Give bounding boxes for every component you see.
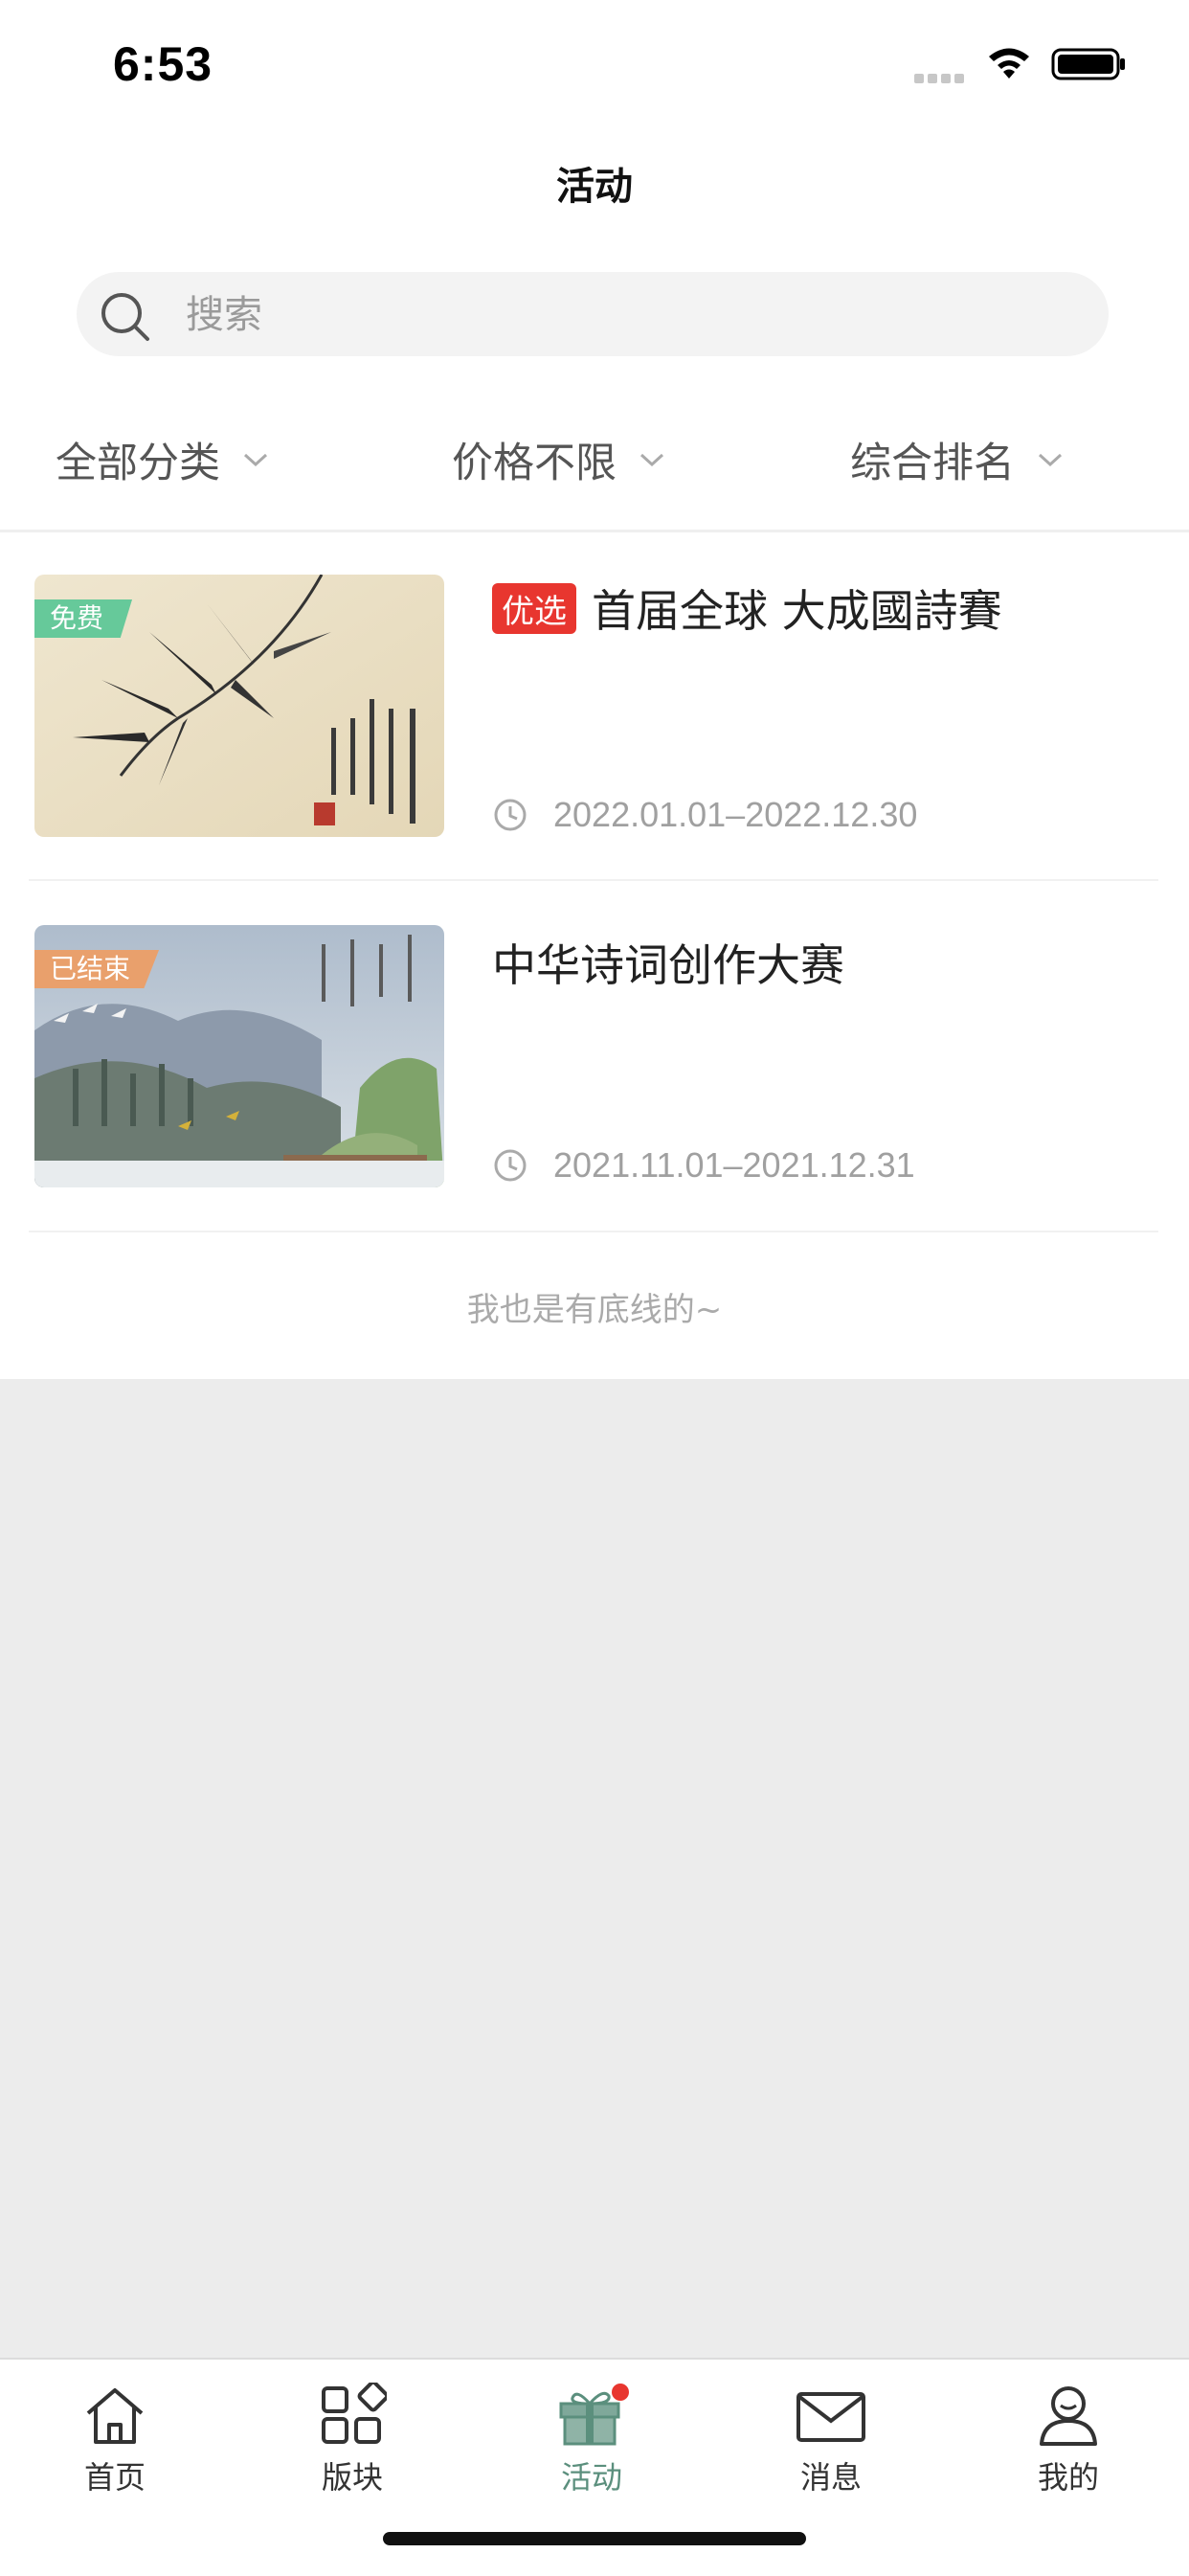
tab-label: 我的 bbox=[1037, 2459, 1099, 2496]
activity-thumbnail: 免费 bbox=[34, 575, 444, 837]
search-bar[interactable] bbox=[77, 272, 1109, 356]
notification-dot bbox=[612, 2384, 629, 2401]
filter-category[interactable]: 全部分类 bbox=[56, 421, 270, 498]
filter-label: 全部分类 bbox=[56, 440, 220, 487]
home-indicator bbox=[383, 2532, 806, 2545]
tab-messages[interactable]: 消息 bbox=[745, 2369, 917, 2513]
user-icon bbox=[1040, 2386, 1097, 2446]
mail-icon bbox=[796, 2392, 865, 2442]
tab-label: 消息 bbox=[799, 2459, 862, 2496]
search-input[interactable] bbox=[184, 285, 1049, 345]
filter-bar: 全部分类 价格不限 综合排名 bbox=[0, 421, 1189, 498]
status-tag: 已结束 bbox=[34, 950, 160, 988]
status-tag: 免费 bbox=[34, 599, 133, 638]
list-divider bbox=[29, 879, 1158, 881]
filter-price[interactable]: 价格不限 bbox=[452, 421, 666, 498]
chevron-down-icon bbox=[243, 453, 268, 467]
chevron-down-icon bbox=[639, 453, 664, 467]
activity-title: 中华诗词创作大赛 bbox=[492, 939, 844, 991]
activity-title: 首届全球 大成國詩賽 bbox=[592, 585, 1002, 637]
cellular-signal-icon bbox=[914, 69, 970, 83]
status-bar: 6:53 bbox=[0, 0, 1189, 124]
filter-sort[interactable]: 综合排名 bbox=[850, 421, 1065, 498]
activity-title-row: 优选 首届全球 大成國詩賽 bbox=[492, 576, 1002, 640]
activity-date: 2021.11.01–2021.12.31 bbox=[553, 1145, 915, 1185]
grid-icon bbox=[322, 2383, 387, 2444]
activity-date-row: 2021.11.01–2021.12.31 bbox=[492, 1145, 915, 1186]
activity-date-row: 2022.01.01–2022.12.30 bbox=[492, 795, 917, 835]
page-title: 活动 bbox=[556, 165, 633, 209]
activity-thumbnail: 已结束 bbox=[34, 925, 444, 1187]
tab-sections[interactable]: 版块 bbox=[266, 2369, 438, 2513]
search-icon bbox=[101, 293, 149, 341]
tab-activities[interactable]: 活动 bbox=[505, 2369, 678, 2513]
battery-icon bbox=[1051, 48, 1125, 80]
status-time: 6:53 bbox=[113, 37, 213, 91]
gift-icon bbox=[559, 2384, 629, 2446]
tab-label: 版块 bbox=[321, 2459, 383, 2496]
tab-label: 活动 bbox=[560, 2459, 622, 2496]
list-end-message: 我也是有底线的~ bbox=[466, 1291, 723, 1329]
list-divider bbox=[29, 1231, 1158, 1232]
featured-badge: 优选 bbox=[492, 583, 576, 634]
activity-date: 2022.01.01–2022.12.30 bbox=[553, 795, 918, 834]
tab-label: 首页 bbox=[83, 2459, 146, 2496]
clock-icon bbox=[494, 799, 527, 831]
filter-label: 价格不限 bbox=[452, 440, 617, 487]
chevron-down-icon bbox=[1038, 453, 1063, 467]
tab-home[interactable]: 首页 bbox=[29, 2369, 201, 2513]
activity-item[interactable]: 免费 优选 首届全球 大成國詩賽 2022.01.01–2022.12.30 bbox=[0, 532, 1189, 883]
filter-label: 综合排名 bbox=[850, 440, 1015, 487]
wifi-icon bbox=[989, 48, 1029, 79]
clock-icon bbox=[494, 1149, 527, 1182]
tab-profile[interactable]: 我的 bbox=[982, 2369, 1155, 2513]
home-icon bbox=[86, 2388, 144, 2444]
activity-item[interactable]: 已结束 中华诗词创作大赛 2021.11.01–2021.12.31 bbox=[0, 883, 1189, 1233]
